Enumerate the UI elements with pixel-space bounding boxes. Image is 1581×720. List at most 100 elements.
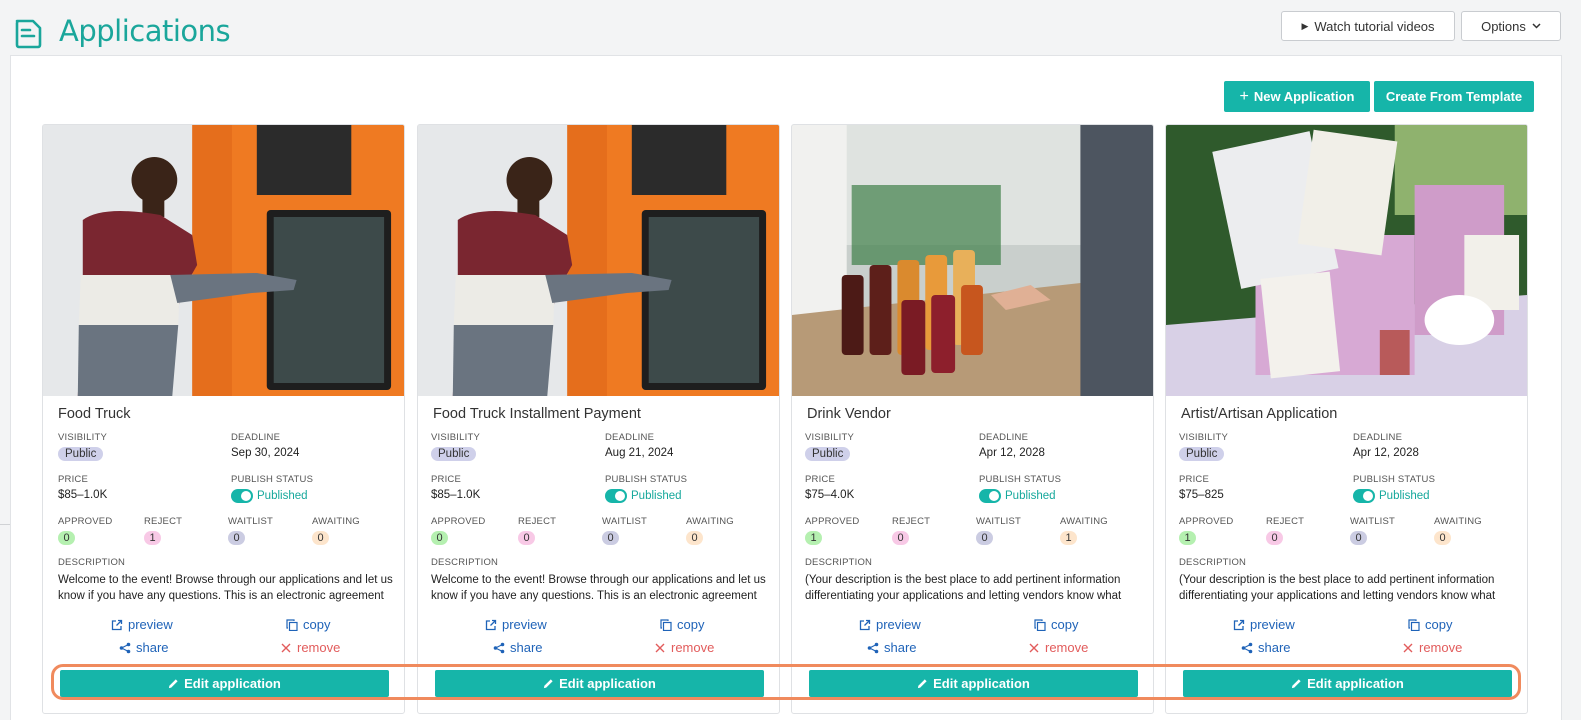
close-icon <box>281 643 291 652</box>
waitlist-count: 0 <box>1350 531 1367 545</box>
preview-label: preview <box>876 617 921 632</box>
card-title: Food Truck <box>58 406 131 422</box>
remove-label: remove <box>1419 640 1463 655</box>
publish-status-label: PUBLISH STATUS <box>231 474 314 485</box>
pencil-icon <box>544 679 553 689</box>
publish-status-label: PUBLISH STATUS <box>1353 474 1436 485</box>
publish-toggle[interactable] <box>979 489 1001 503</box>
waitlist-count: 0 <box>228 531 245 545</box>
waitlist-label: WAITLIST <box>602 516 648 527</box>
copy-label: copy <box>303 617 331 632</box>
description-label: DESCRIPTION <box>805 557 873 568</box>
copy-link[interactable]: copy <box>660 617 704 632</box>
publish-toggle[interactable] <box>1353 489 1375 503</box>
visibility-label: VISIBILITY <box>431 432 480 443</box>
edit-application-button[interactable]: Edit application <box>1183 670 1512 697</box>
application-card: Drink Vendor VISIBILITY Public DEADLINE … <box>791 124 1154 714</box>
divider <box>0 524 10 525</box>
deadline-label: DEADLINE <box>231 432 281 443</box>
price-label: PRICE <box>431 474 462 485</box>
application-card: Artist/Artisan Application VISIBILITY Pu… <box>1165 124 1528 714</box>
external-link-icon <box>859 619 871 630</box>
remove-link[interactable]: remove <box>280 640 340 655</box>
price-label: PRICE <box>58 474 89 485</box>
card-image-juice-bottles <box>792 125 1153 396</box>
remove-link[interactable]: remove <box>1402 640 1462 655</box>
reject-label: REJECT <box>144 516 183 527</box>
publish-status-value: Published <box>1005 490 1056 502</box>
waitlist-label: WAITLIST <box>228 516 274 527</box>
create-template-label: Create From Template <box>1385 89 1523 104</box>
remove-link[interactable]: remove <box>1028 640 1088 655</box>
new-application-button[interactable]: + New Application <box>1224 81 1370 112</box>
approved-label: APPROVED <box>1179 516 1234 527</box>
visibility-badge: Public <box>431 447 477 461</box>
share-icon <box>1241 642 1253 653</box>
new-application-label: New Application <box>1253 89 1355 104</box>
description-text: Welcome to the event! Browse through our… <box>431 574 766 602</box>
awaiting-label: AWAITING <box>312 516 360 527</box>
applications-icon <box>15 19 42 49</box>
awaiting-label: AWAITING <box>1434 516 1482 527</box>
awaiting-count: 0 <box>312 531 329 545</box>
create-from-template-button[interactable]: Create From Template <box>1374 81 1534 112</box>
edit-application-button[interactable]: Edit application <box>60 670 389 697</box>
watch-tutorial-button[interactable]: ▶ Watch tutorial videos <box>1281 11 1455 41</box>
application-card: Food Truck VISIBILITY Public DEADLINE Se… <box>42 124 405 714</box>
options-dropdown[interactable]: Options <box>1461 11 1561 41</box>
external-link-icon <box>485 619 497 630</box>
remove-label: remove <box>297 640 341 655</box>
approved-count: 0 <box>431 531 448 545</box>
copy-link[interactable]: copy <box>1034 617 1078 632</box>
deadline-value: Aug 21, 2024 <box>605 447 674 459</box>
share-link[interactable]: share <box>119 640 169 655</box>
remove-label: remove <box>1045 640 1089 655</box>
preview-link[interactable]: preview <box>859 617 921 632</box>
deadline-label: DEADLINE <box>605 432 655 443</box>
publish-status-value: Published <box>1379 490 1430 502</box>
share-icon <box>493 642 505 653</box>
price-value: $85–1.0K <box>431 489 481 501</box>
options-label: Options <box>1481 18 1526 34</box>
share-link[interactable]: share <box>867 640 917 655</box>
publish-status-label: PUBLISH STATUS <box>979 474 1062 485</box>
visibility-badge: Public <box>58 447 104 461</box>
publish-toggle[interactable] <box>231 489 253 503</box>
reject-label: REJECT <box>892 516 931 527</box>
share-link[interactable]: share <box>493 640 543 655</box>
preview-link[interactable]: preview <box>111 617 173 632</box>
awaiting-label: AWAITING <box>686 516 734 527</box>
approved-count: 1 <box>1179 531 1196 545</box>
copy-link[interactable]: copy <box>1408 617 1452 632</box>
copy-link[interactable]: copy <box>286 617 330 632</box>
description-label: DESCRIPTION <box>431 557 499 568</box>
waitlist-label: WAITLIST <box>1350 516 1396 527</box>
price-value: $75–825 <box>1179 489 1224 501</box>
deadline-label: DEADLINE <box>979 432 1029 443</box>
page-title: Applications <box>59 14 231 48</box>
share-icon <box>867 642 879 653</box>
close-icon <box>655 643 665 652</box>
copy-icon <box>1034 618 1046 631</box>
application-card: Food Truck Installment Payment VISIBILIT… <box>417 124 780 714</box>
reject-count: 0 <box>1266 531 1283 545</box>
reject-label: REJECT <box>1266 516 1305 527</box>
share-label: share <box>884 640 917 655</box>
remove-link[interactable]: remove <box>654 640 714 655</box>
share-label: share <box>510 640 543 655</box>
preview-link[interactable]: preview <box>485 617 547 632</box>
share-link[interactable]: share <box>1241 640 1291 655</box>
play-icon: ▶ <box>1301 20 1309 31</box>
visibility-badge: Public <box>805 447 851 461</box>
publish-toggle[interactable] <box>605 489 627 503</box>
preview-label: preview <box>1250 617 1295 632</box>
top-bar: Applications ▶ Watch tutorial videos Opt… <box>0 0 1581 60</box>
waitlist-count: 0 <box>976 531 993 545</box>
edit-application-button[interactable]: Edit application <box>435 670 764 697</box>
awaiting-count: 1 <box>1060 531 1077 545</box>
description-label: DESCRIPTION <box>1179 557 1247 568</box>
preview-link[interactable]: preview <box>1233 617 1295 632</box>
awaiting-count: 0 <box>1434 531 1451 545</box>
card-image-food-truck <box>418 125 779 396</box>
edit-application-button[interactable]: Edit application <box>809 670 1138 697</box>
